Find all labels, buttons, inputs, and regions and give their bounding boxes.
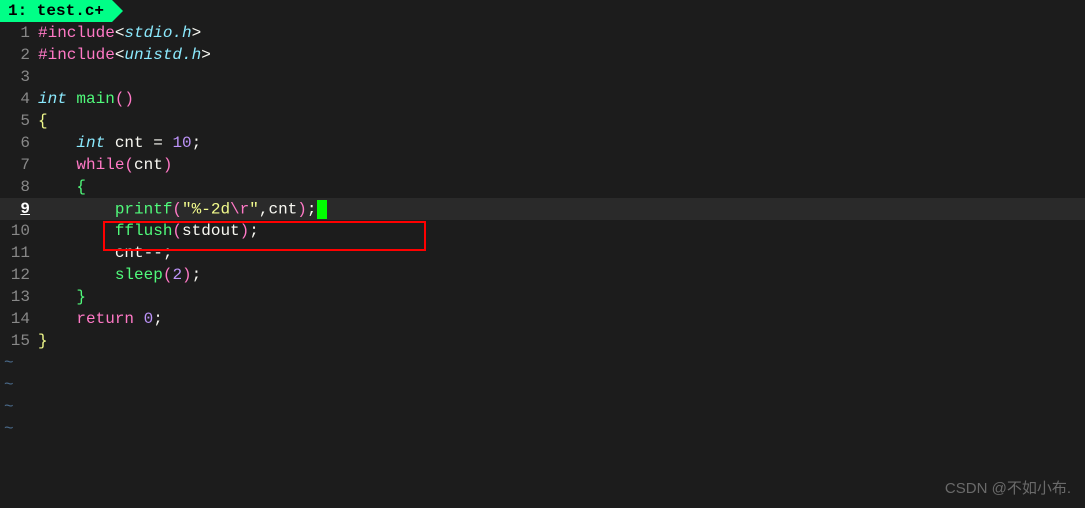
code-line[interactable]: 13 } [0, 286, 1085, 308]
code-line[interactable]: 15} [0, 330, 1085, 352]
line-number: 7 [0, 156, 38, 174]
line-number: 11 [0, 244, 38, 262]
line-content[interactable]: fflush(stdout); [38, 222, 259, 240]
line-number: 4 [0, 90, 38, 108]
cursor [317, 200, 327, 219]
code-line[interactable]: 5{ [0, 110, 1085, 132]
line-number: 12 [0, 266, 38, 284]
line-content[interactable]: } [38, 332, 48, 350]
line-content[interactable]: #include<unistd.h> [38, 46, 211, 64]
empty-line-marker: ~ [4, 352, 1085, 374]
line-content[interactable]: return 0; [38, 310, 163, 328]
code-line[interactable]: 3 [0, 66, 1085, 88]
line-content[interactable]: int main() [38, 90, 134, 108]
code-line[interactable]: 14 return 0; [0, 308, 1085, 330]
empty-line-marker: ~ [4, 396, 1085, 418]
line-number: 9 [0, 200, 38, 218]
line-number: 10 [0, 222, 38, 240]
line-content[interactable]: { [38, 112, 48, 130]
code-editor[interactable]: 1#include<stdio.h>2#include<unistd.h>34i… [0, 22, 1085, 352]
line-content[interactable]: { [38, 178, 86, 196]
tab-bar: 1: test.c+ [0, 0, 1085, 22]
line-number: 2 [0, 46, 38, 64]
code-line[interactable]: 9 printf("%-2d\r",cnt); [0, 198, 1085, 220]
line-content[interactable]: int cnt = 10; [38, 134, 201, 152]
line-content[interactable]: #include<stdio.h> [38, 24, 201, 42]
line-content[interactable]: } [38, 288, 86, 306]
code-line[interactable]: 4int main() [0, 88, 1085, 110]
line-content[interactable]: sleep(2); [38, 266, 201, 284]
code-line[interactable]: 1#include<stdio.h> [0, 22, 1085, 44]
code-line[interactable]: 10 fflush(stdout); [0, 220, 1085, 242]
watermark: CSDN @不如小布. [945, 477, 1071, 498]
tab-file[interactable]: 1: test.c+ [0, 0, 112, 22]
code-line[interactable]: 12 sleep(2); [0, 264, 1085, 286]
code-line[interactable]: 8 { [0, 176, 1085, 198]
line-number: 8 [0, 178, 38, 196]
code-line[interactable]: 7 while(cnt) [0, 154, 1085, 176]
line-number: 15 [0, 332, 38, 350]
line-number: 6 [0, 134, 38, 152]
line-number: 5 [0, 112, 38, 130]
line-number: 1 [0, 24, 38, 42]
code-line[interactable]: 6 int cnt = 10; [0, 132, 1085, 154]
code-line[interactable]: 11 cnt--; [0, 242, 1085, 264]
empty-line-marker: ~ [4, 418, 1085, 440]
line-content[interactable]: cnt--; [38, 244, 172, 262]
line-content[interactable]: while(cnt) [38, 156, 172, 174]
empty-lines: ~~~~ [0, 352, 1085, 440]
empty-line-marker: ~ [4, 374, 1085, 396]
line-number: 13 [0, 288, 38, 306]
line-content[interactable]: printf("%-2d\r",cnt); [38, 200, 327, 219]
code-line[interactable]: 2#include<unistd.h> [0, 44, 1085, 66]
line-number: 14 [0, 310, 38, 328]
line-number: 3 [0, 68, 38, 86]
